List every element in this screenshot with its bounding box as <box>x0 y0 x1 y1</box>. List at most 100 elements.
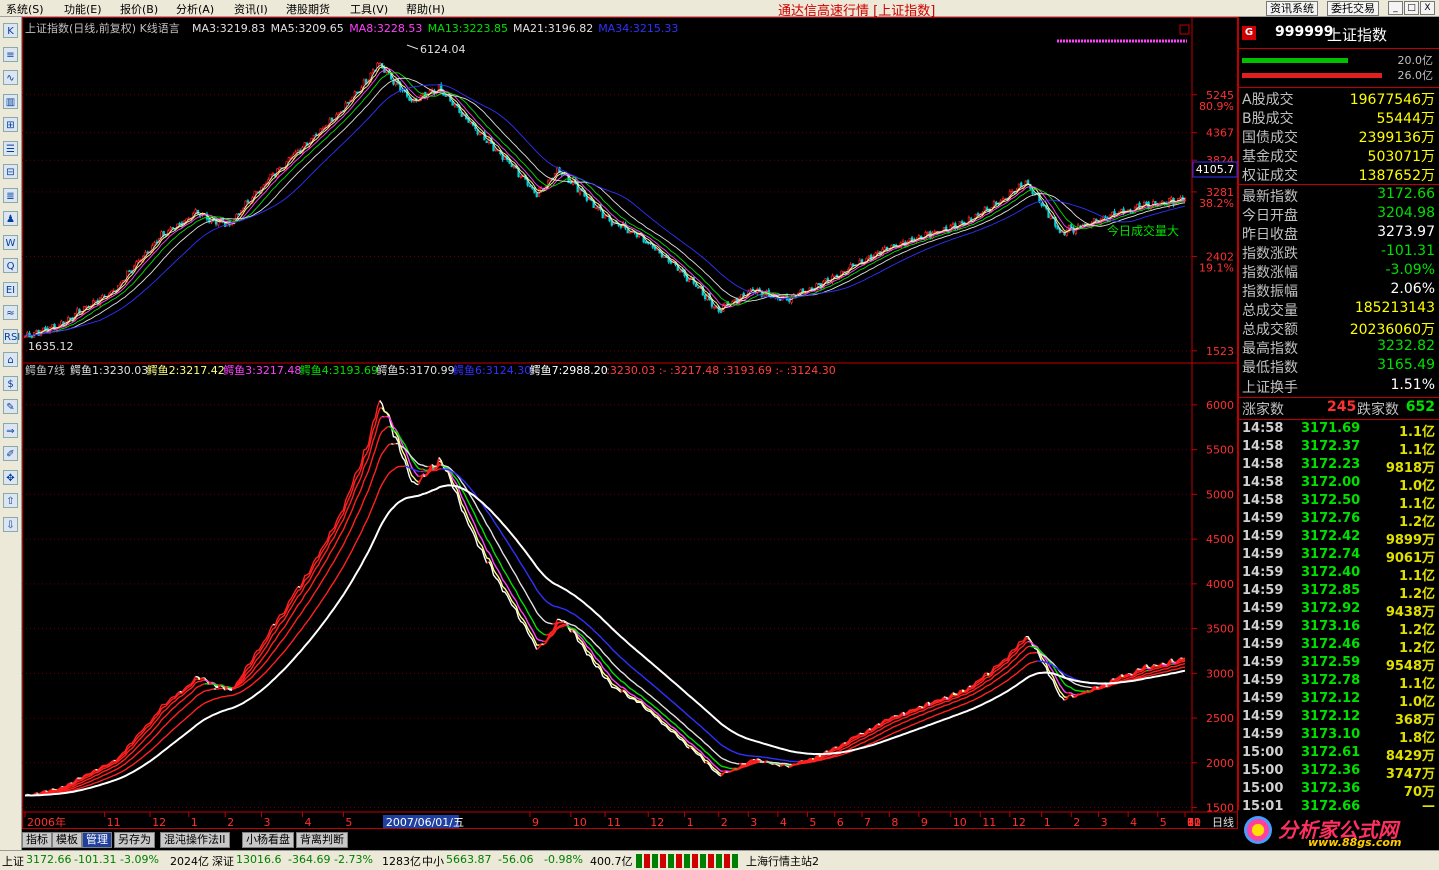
tick-row: 14:59 3172.92 9438万 <box>1239 601 1439 620</box>
sell-bar <box>1242 73 1382 78</box>
menu-item[interactable]: 系统(S) <box>6 1 44 17</box>
maximize-icon[interactable]: □ <box>1404 1 1419 15</box>
tool-icon[interactable]: RSI <box>3 328 20 344</box>
tick-volume: 70万 <box>1403 785 1435 800</box>
tool-icon[interactable]: $ <box>3 375 18 391</box>
bottom-tab[interactable]: 指标 <box>22 832 52 848</box>
alligator-line <box>197 678 201 681</box>
x-tick-label: 5 <box>809 816 816 829</box>
bottom-tab[interactable]: 小杨看盘 <box>242 832 294 848</box>
tool-icon[interactable]: ≈ <box>3 305 18 320</box>
minimize-icon[interactable]: _ <box>1388 1 1403 15</box>
candle-body <box>1120 209 1123 212</box>
title-button[interactable]: 资讯系统 <box>1266 1 1318 16</box>
tool-icon[interactable]: ⇧ <box>3 493 18 508</box>
tick-volume: 1.1亿 <box>1398 443 1435 458</box>
bottom-tab[interactable]: 另存为 <box>114 832 155 848</box>
alligator-line <box>56 678 199 791</box>
quote-row-value: 2.06% <box>1390 281 1435 297</box>
tick-row: 14:58 3172.23 9818万 <box>1239 457 1439 476</box>
menu-item[interactable]: 资讯(I) <box>234 1 268 17</box>
tick-time: 14:59 <box>1242 601 1284 616</box>
tool-icon[interactable]: ⊟ <box>3 164 18 179</box>
menu-item[interactable]: 功能(E) <box>64 1 102 17</box>
sz-label: 深证 <box>212 855 234 868</box>
tool-icon[interactable]: ▥ <box>3 93 18 109</box>
tick-price: 3172.85 <box>1301 583 1361 598</box>
tick-row: 14:59 3173.16 1.2亿 <box>1239 619 1439 638</box>
tool-icon[interactable]: ⇩ <box>3 516 18 532</box>
tool-icon[interactable]: ✐ <box>3 446 18 461</box>
tick-row: 14:59 3172.46 1.2亿 <box>1239 637 1439 656</box>
candle-body <box>603 215 607 219</box>
tick-price: 3172.61 <box>1301 745 1361 760</box>
tool-icon[interactable]: ⌂ <box>3 352 18 367</box>
tool-icon[interactable]: ⇒ <box>3 422 18 438</box>
candle-body <box>303 142 306 147</box>
candle-body <box>94 300 97 303</box>
candle-body <box>719 311 723 313</box>
menu-item[interactable]: 帮助(H) <box>406 1 445 17</box>
tool-icon[interactable]: ≣ <box>3 187 18 203</box>
tool-icon[interactable]: K <box>3 23 18 38</box>
divider <box>1239 397 1439 398</box>
ma-line <box>24 66 1186 337</box>
bottom-tab[interactable]: 模板 <box>52 832 82 848</box>
tick-row: 14:59 3172.42 9899万 <box>1239 529 1439 548</box>
menu-item[interactable]: 分析(A) <box>176 1 214 17</box>
bottom-tab[interactable]: 管理 <box>82 832 112 848</box>
logo-flower-icon <box>1244 816 1272 844</box>
server-name: 上海行情主站2 <box>746 855 819 868</box>
bottom-tab[interactable]: 混沌操作法II <box>160 832 230 848</box>
chart-area[interactable]: 5245 80.9% 4367 3824 3281 38.2% 2402 19.1% 1523 6… <box>22 17 1238 829</box>
tick-row: 14:58 3171.69 1.1亿 <box>1239 421 1439 440</box>
quote-row-value: 20236060万 <box>1349 322 1435 339</box>
candle-body <box>519 175 522 178</box>
quote-row-value: 55444万 <box>1376 111 1435 128</box>
logo-url: www.88gs.com <box>1308 836 1402 849</box>
x-tick-label: 4 <box>780 816 787 829</box>
close-icon[interactable]: X <box>1420 1 1435 15</box>
quote-row-label: 上证换手 <box>1242 379 1298 396</box>
x-tick-label: 3 <box>264 816 271 829</box>
tool-icon[interactable]: ✎ <box>3 399 18 414</box>
tool-icon[interactable]: ☰ <box>3 140 18 156</box>
tick-price: 3172.50 <box>1301 493 1361 508</box>
x-tick-label: 1 <box>191 816 198 829</box>
tool-icon[interactable]: EI <box>3 281 18 297</box>
quote-row-label: 最新指数 <box>1242 188 1298 205</box>
tool-icon[interactable]: ♟ <box>3 211 18 226</box>
chart-canvas[interactable]: 524580.9%43673824328138.2%240219.1%15236… <box>22 17 1238 829</box>
tick-price: 3172.00 <box>1301 475 1361 490</box>
quote-row-label: 指数涨跌 <box>1242 245 1298 262</box>
menu-item[interactable]: 工具(V) <box>350 1 388 17</box>
tool-icon[interactable]: ✥ <box>3 469 18 485</box>
candle-body <box>1170 197 1173 200</box>
candle-body <box>512 165 516 169</box>
x-tick-label: 11 <box>107 816 121 829</box>
tick-volume: 9899万 <box>1385 533 1435 548</box>
x-tick-label: 2 <box>227 816 234 829</box>
candle-body <box>444 95 447 97</box>
title-button[interactable]: 委托交易 <box>1327 1 1379 16</box>
menu-item[interactable]: 港股期货 <box>286 1 330 17</box>
tool-icon[interactable]: Q <box>3 258 18 273</box>
menu-item[interactable]: 报价(B) <box>120 1 158 17</box>
alligator-label: 鳄鱼3:3217.48 <box>223 363 301 377</box>
x-tick-label: 11 <box>607 816 621 829</box>
quote-row: 权证成交 1387652万 <box>1239 165 1439 184</box>
tool-icon[interactable]: W <box>3 234 18 250</box>
x-tick-label: 1 <box>687 816 694 829</box>
tool-icon[interactable]: ∿ <box>3 70 18 85</box>
tool-icon[interactable]: ≡ <box>3 46 18 62</box>
candle-body <box>788 299 791 302</box>
sh-amount: 2024亿 <box>170 855 209 868</box>
alligator-line <box>422 473 426 476</box>
candle-body <box>824 278 827 281</box>
x-tick-label: 7 <box>864 816 871 829</box>
alligator-line <box>564 621 740 765</box>
alligator-line <box>565 623 724 772</box>
tool-icon[interactable]: ⊞ <box>3 117 18 132</box>
bottom-tab[interactable]: 背离判断 <box>296 832 348 848</box>
tick-time: 15:00 <box>1242 781 1284 796</box>
